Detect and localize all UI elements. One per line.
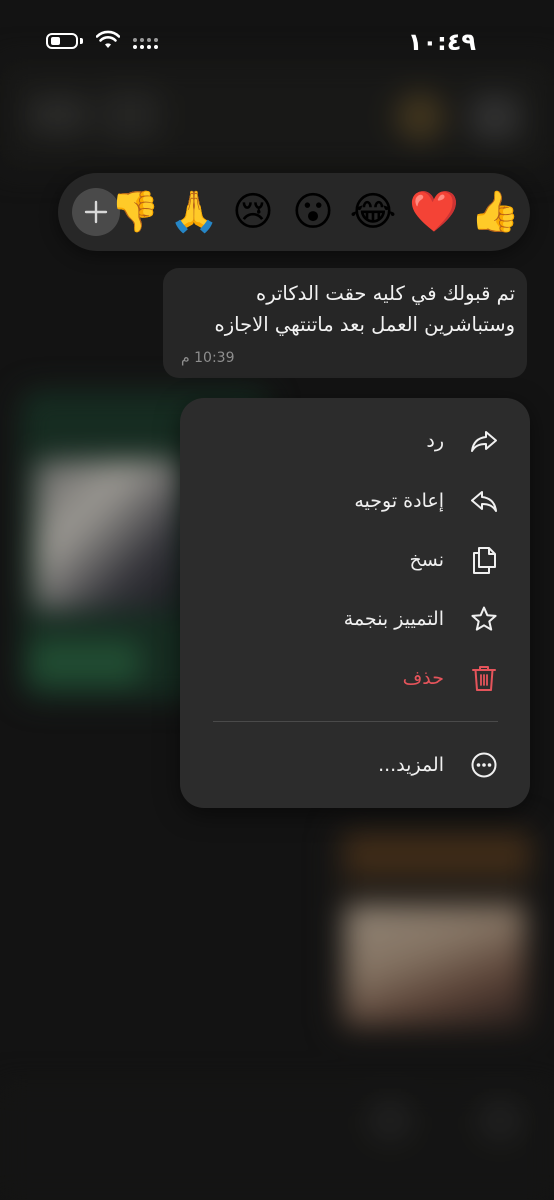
message-context-menu: رد إعادة توجيه نسخ التمييز بنجمة حذف الم… (180, 398, 530, 808)
copy-icon (473, 547, 496, 574)
message-timestamp: 10:39 م (181, 350, 235, 366)
menu-item-star[interactable]: التمييز بنجمة (180, 592, 530, 646)
reaction-tears-of-joy[interactable]: 😂 (348, 189, 398, 235)
reaction-bar: 👎 🙏 😢 😮 😂 ❤️ 👍 (58, 173, 530, 251)
menu-label-more: المزيد... (378, 754, 444, 776)
star-icon (471, 606, 497, 631)
reaction-folded-hands[interactable]: 🙏 (169, 189, 219, 235)
message-line-1: تم قبولك في كليه حقت الدكاتره (256, 282, 515, 305)
menu-label-reply: رد (426, 430, 444, 452)
reaction-thumbs-up[interactable]: 👍 (470, 189, 520, 235)
forward-arrow-icon (471, 491, 497, 512)
message-line-2: وستباشرين العمل بعد ماتنتهي الاجازه (214, 313, 516, 336)
menu-item-copy[interactable]: نسخ (180, 533, 530, 587)
status-bar: ١٠:٤٩ (0, 0, 554, 80)
menu-label-delete: حذف (402, 667, 444, 689)
menu-divider (213, 721, 498, 722)
plus-icon (84, 200, 108, 224)
menu-label-star: التمييز بنجمة (343, 608, 444, 630)
battery-icon (46, 33, 78, 49)
reaction-red-heart[interactable]: ❤️ (409, 189, 459, 235)
menu-item-delete[interactable]: حذف (180, 651, 530, 705)
menu-item-more[interactable]: المزيد... (180, 738, 530, 792)
screen: ١٠:٤٩ 👎 🙏 😢 😮 😂 ❤️ 👍 تم قبولك في كليه حق… (0, 0, 554, 1200)
trash-icon (472, 666, 496, 691)
reaction-crying-face[interactable]: 😢 (228, 189, 278, 235)
menu-label-copy: نسخ (409, 549, 444, 571)
message-bubble[interactable]: تم قبولك في كليه حقت الدكاتره وستباشرين … (163, 268, 527, 378)
more-options-icon (471, 752, 497, 778)
signal-icon (133, 38, 158, 49)
status-time: ١٠:٤٩ (407, 28, 476, 56)
wifi-icon (96, 30, 120, 48)
reply-arrow-icon (471, 431, 497, 452)
menu-label-forward: إعادة توجيه (354, 490, 444, 512)
message-text: تم قبولك في كليه حقت الدكاتره وستباشرين … (175, 278, 516, 340)
reaction-thumbs-down[interactable]: 👎 (110, 189, 160, 235)
reaction-surprised-face[interactable]: 😮 (288, 189, 338, 235)
menu-item-forward[interactable]: إعادة توجيه (180, 474, 530, 528)
menu-item-reply[interactable]: رد (180, 414, 530, 468)
